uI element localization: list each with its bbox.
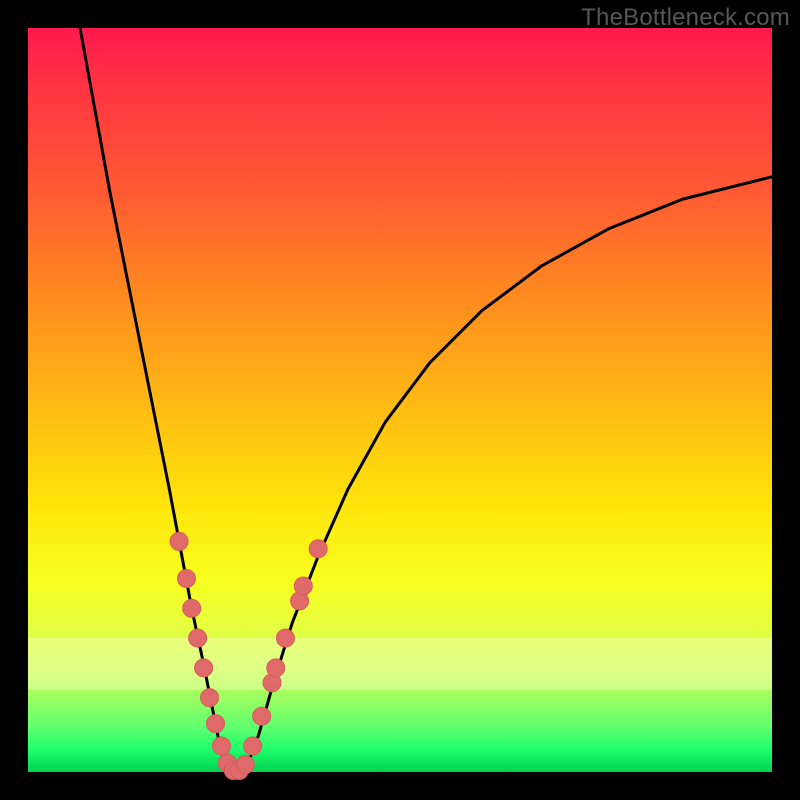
marker-dot [189, 629, 207, 647]
marker-dot [253, 707, 271, 725]
marker-dot [294, 577, 312, 595]
marker-dot [195, 659, 213, 677]
bottleneck-curve [80, 28, 772, 772]
marker-dot [236, 756, 254, 774]
watermark-text: TheBottleneck.com [581, 4, 790, 32]
marker-dot [183, 599, 201, 617]
marker-dot [201, 689, 219, 707]
marker-dot [267, 659, 285, 677]
marker-dot [206, 715, 224, 733]
curve-layer [28, 28, 772, 772]
plot-area [28, 28, 772, 772]
data-markers [170, 532, 327, 779]
marker-dot [177, 570, 195, 588]
marker-dot [170, 532, 188, 550]
marker-dot [244, 737, 262, 755]
marker-dot [309, 540, 327, 558]
chart-frame: TheBottleneck.com [0, 0, 800, 800]
marker-dot [212, 737, 230, 755]
marker-dot [276, 629, 294, 647]
